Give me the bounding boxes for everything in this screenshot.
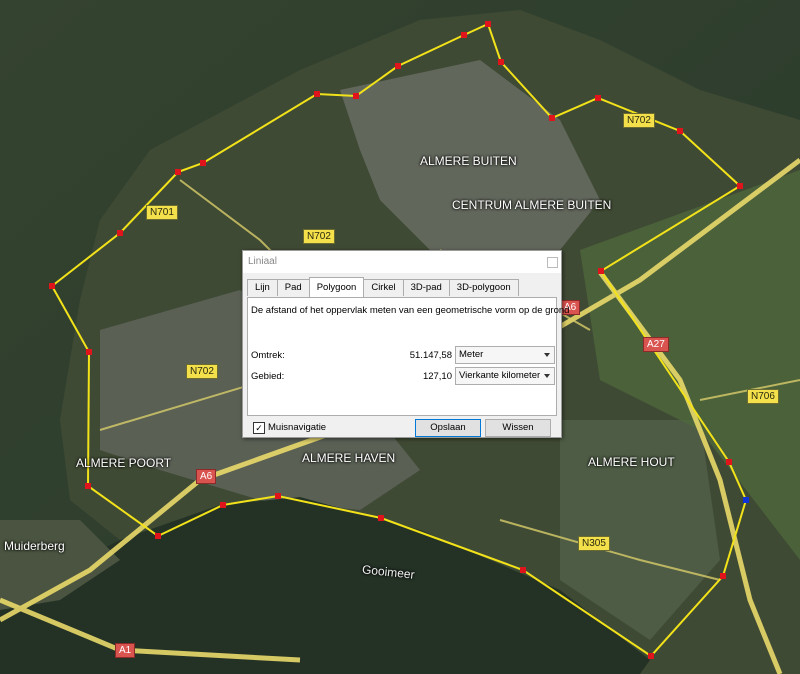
vertex — [378, 515, 384, 521]
vertex — [200, 160, 206, 166]
tab-panel: De afstand of het oppervlak meten van ee… — [247, 297, 569, 416]
vertex — [485, 21, 491, 27]
mouse-navigation-checkbox[interactable]: ✓ — [253, 422, 265, 434]
road-shield-a1: A1 — [115, 643, 136, 658]
selected-vertex[interactable] — [743, 497, 749, 503]
vertex — [677, 128, 683, 134]
vertex — [737, 183, 743, 189]
perimeter-unit-select[interactable]: Meter — [455, 346, 555, 364]
vertex — [598, 268, 604, 274]
vertex — [520, 567, 526, 573]
vertex — [175, 169, 181, 175]
tab-pad[interactable]: Pad — [276, 279, 310, 296]
chevron-down-icon — [544, 374, 550, 378]
road-shield-n702: N702 — [623, 113, 655, 128]
chevron-down-icon — [544, 353, 550, 357]
vertex — [86, 349, 92, 355]
area-label: Gebied: — [251, 371, 285, 382]
area-unit-value: Vierkante kilometer — [459, 370, 541, 381]
perimeter-unit-value: Meter — [459, 349, 484, 360]
perimeter-value: 51.147,58 — [409, 350, 452, 361]
place-label-almere-haven: ALMERE HAVEN — [302, 451, 396, 465]
road-shield-n305: N305 — [578, 536, 610, 551]
tab-3d-polygoon[interactable]: 3D-polygoon — [448, 279, 519, 296]
ruler-dialog: Liniaal Lijn Pad Polygoon Cirkel 3D-pad … — [242, 250, 569, 438]
vertex — [275, 493, 281, 499]
place-label-almere-buiten: ALMERE BUITEN — [420, 154, 517, 168]
vertex — [49, 283, 55, 289]
dialog-title: Liniaal — [248, 256, 277, 267]
vertex — [395, 63, 401, 69]
tab-lijn[interactable]: Lijn — [247, 279, 278, 296]
place-label-centrum-almere-buiten: CENTRUM ALMERE BUITEN — [452, 198, 612, 212]
vertex — [353, 93, 359, 99]
road-shield-n701: N701 — [146, 205, 178, 220]
description-text: De afstand of het oppervlak meten van ee… — [251, 305, 570, 316]
road-shield-a6: A6 — [196, 469, 217, 484]
road-shield-a27: A27 — [643, 337, 669, 352]
tab-polygoon[interactable]: Polygoon — [308, 277, 365, 297]
close-icon[interactable] — [547, 257, 558, 268]
tab-3d-pad[interactable]: 3D-pad — [402, 279, 450, 296]
vertex — [726, 459, 732, 465]
vertex — [498, 59, 504, 65]
road-shield-n702: N702 — [303, 229, 335, 244]
clear-button[interactable]: Wissen — [485, 419, 551, 437]
perimeter-label: Omtrek: — [251, 350, 285, 361]
vertex — [117, 230, 123, 236]
mouse-navigation-label[interactable]: Muisnavigatie — [268, 422, 326, 433]
vertex — [155, 533, 161, 539]
vertex — [595, 95, 601, 101]
road-shield-n706: N706 — [747, 389, 779, 404]
save-button[interactable]: Opslaan — [415, 419, 481, 437]
tab-cirkel[interactable]: Cirkel — [363, 279, 404, 296]
dialog-titlebar[interactable]: Liniaal — [243, 251, 561, 273]
area-value: 127,10 — [422, 371, 452, 382]
area-unit-select[interactable]: Vierkante kilometer — [455, 367, 555, 385]
vertex — [549, 115, 555, 121]
vertex — [720, 573, 726, 579]
vertex — [648, 653, 654, 659]
vertex — [85, 483, 91, 489]
tab-bar: Lijn Pad Polygoon Cirkel 3D-pad 3D-polyg… — [247, 277, 519, 297]
place-label-muiderberg: Muiderberg — [4, 539, 65, 553]
vertex — [461, 32, 467, 38]
place-label-almere-hout: ALMERE HOUT — [588, 455, 675, 469]
vertex — [220, 502, 226, 508]
place-label-almere-poort: ALMERE POORT — [76, 456, 172, 470]
vertex — [314, 91, 320, 97]
road-shield-n702: N702 — [186, 364, 218, 379]
